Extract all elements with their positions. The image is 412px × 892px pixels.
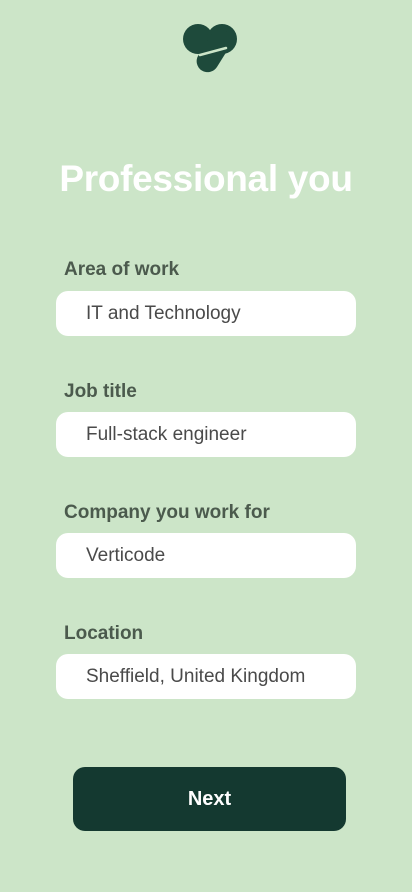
company-label: Company you work for (64, 502, 270, 523)
job-title-field[interactable] (56, 412, 356, 457)
job-title-label: Job title (64, 381, 137, 402)
location-label: Location (64, 623, 144, 644)
location-field[interactable] (56, 654, 356, 699)
area-of-work-label: Area of work (64, 259, 180, 280)
onboarding-screen: Professional you Area of work Job title … (0, 0, 412, 892)
page-title: Professional you (59, 158, 353, 199)
verticode-logo-icon (183, 24, 237, 73)
next-button[interactable]: Next (73, 767, 346, 831)
area-of-work-field[interactable] (56, 291, 356, 336)
company-field[interactable] (56, 533, 356, 578)
